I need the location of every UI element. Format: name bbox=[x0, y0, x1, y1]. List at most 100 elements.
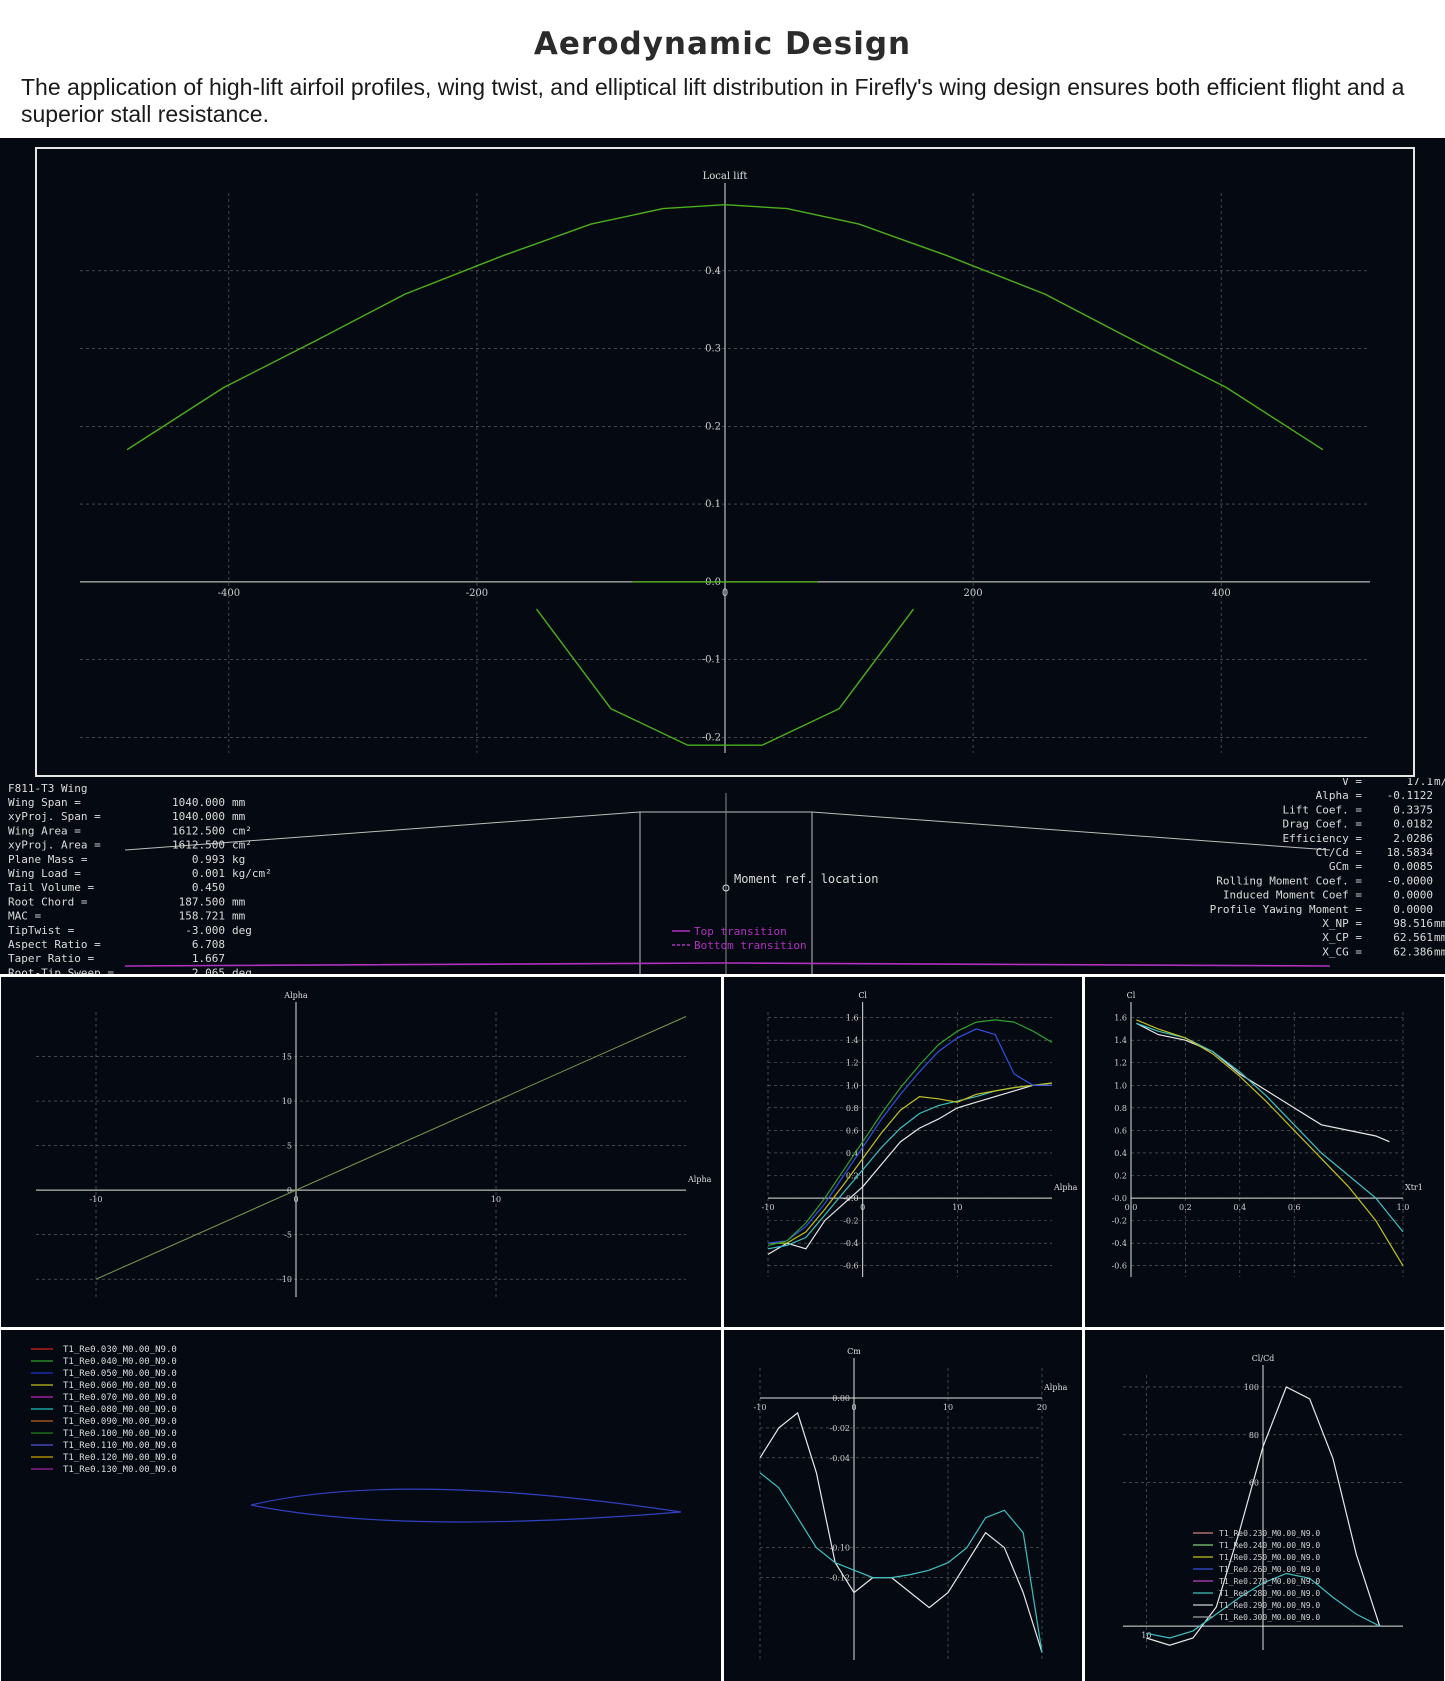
clcd-alpha-chart: 101008060Cl/CdT1_Re0.230_M0.00_N9.0T1_Re… bbox=[1123, 1354, 1403, 1650]
alpha-chart: -10010151050-5-10AlphaAlpha bbox=[36, 991, 712, 1297]
param-value: 158.721 bbox=[179, 910, 225, 923]
param-unit: mm bbox=[232, 810, 246, 823]
y-tick-label: 0.6 bbox=[846, 1126, 859, 1135]
y-tick-label: -10 bbox=[279, 1275, 292, 1284]
moment-ref-label: Moment ref. location bbox=[734, 872, 879, 886]
legend-label: T1_Re0.070_M0.00_N9.0 bbox=[63, 1393, 177, 1403]
x-tick-label: 20 bbox=[1037, 1403, 1047, 1412]
y-tick-label: 0.3 bbox=[705, 344, 721, 355]
wing-info-panel: Moment ref. location Top transition Bottom… bbox=[0, 778, 1445, 974]
legend-label: T1_Re0.110_M0.00_N9.0 bbox=[63, 1441, 177, 1451]
legend-label: T1_Re0.060_M0.00_N9.0 bbox=[63, 1381, 177, 1391]
legend-label: T1_Re0.090_M0.00_N9.0 bbox=[63, 1417, 177, 1427]
legend-label: T1_Re0.280_M0.00_N9.0 bbox=[1219, 1589, 1320, 1598]
param-label: Wing Area = bbox=[8, 824, 81, 837]
series-line bbox=[1136, 1022, 1404, 1233]
cm-alpha-panel: -10010200.00-0.02-0.04-0.10-0.12CmAlpha bbox=[724, 1330, 1082, 1681]
page-description: The application of high-lift airfoil pro… bbox=[21, 74, 1405, 127]
param-label: Root Chord = bbox=[8, 895, 88, 908]
result-value: 0.0000 bbox=[1393, 903, 1433, 916]
x-tick-label: 1.0 bbox=[1397, 1203, 1410, 1212]
y-tick-label: 0.4 bbox=[1114, 1149, 1127, 1158]
x-tick-label: -10 bbox=[754, 1403, 767, 1412]
x-tick-label: -200 bbox=[466, 588, 488, 599]
y-tick-label: 100 bbox=[1244, 1383, 1259, 1392]
page-header: Aerodynamic Design The application of hi… bbox=[0, 0, 1445, 138]
x-tick-label: 400 bbox=[1212, 588, 1231, 599]
y-tick-label: 1.2 bbox=[846, 1059, 859, 1068]
legend-label: T1_Re0.050_M0.00_N9.0 bbox=[63, 1369, 177, 1379]
legend-panel: T1_Re0.030_M0.00_N9.0 T1_Re0.040_M0.00_N9… bbox=[1, 1330, 721, 1681]
y-tick-label: 1.0 bbox=[846, 1081, 859, 1090]
y-tick-label: -0.0 bbox=[1112, 1194, 1127, 1203]
param-label: xyProj. Span = bbox=[8, 810, 101, 823]
legend-label: T1_Re0.250_M0.00_N9.0 bbox=[1219, 1553, 1320, 1562]
y-tick-label: 1.4 bbox=[846, 1036, 859, 1045]
y-tick-label: 15 bbox=[282, 1053, 292, 1062]
series-line bbox=[767, 1084, 1052, 1255]
page-title: Aerodynamic Design bbox=[533, 26, 912, 62]
cl-xtr-chart: 0.0 0.2 0.4 0.6 1.01.61.41.21.00.80.60.40.2-… bbox=[1112, 991, 1423, 1277]
param-value: 6.708 bbox=[192, 938, 225, 951]
y-tick-label: -5 bbox=[284, 1231, 292, 1240]
y-tick-label: 1.2 bbox=[1114, 1059, 1127, 1068]
y-tick-label: 1.0 bbox=[1114, 1081, 1127, 1090]
y-tick-label: 1.6 bbox=[846, 1014, 859, 1023]
series-line bbox=[1136, 1019, 1404, 1267]
result-unit: m/s bbox=[1434, 778, 1445, 788]
local-lift-panel: -400-20002004000.40.30.20.10.0-0.1-0.2Lo… bbox=[0, 138, 1445, 778]
legend-label: T1_Re0.130_M0.00_N9.0 bbox=[63, 1465, 177, 1475]
x-tick-label: 0.6 bbox=[1288, 1203, 1301, 1212]
wing-leading-edge bbox=[124, 811, 1331, 851]
cl-xtr-panel: 0.0 0.2 0.4 0.6 1.0 1.6 1.4 1.2 1.0 0.8 0.6 0.4 0.2-… bbox=[1085, 977, 1444, 1327]
result-label: V = bbox=[1342, 778, 1362, 788]
y-tick-label: -0.2 bbox=[1112, 1217, 1127, 1226]
result-value: 0.3375 bbox=[1393, 803, 1433, 816]
param-label: MAC = bbox=[8, 910, 41, 923]
series-line bbox=[768, 1082, 1053, 1244]
result-label: Efficiency = bbox=[1283, 832, 1363, 845]
y-tick-label: -0.1 bbox=[702, 655, 721, 666]
result-label: X_NP = bbox=[1322, 917, 1362, 930]
param-label: Taper Ratio = bbox=[8, 952, 94, 965]
param-value: 2.065 bbox=[192, 966, 225, 974]
y-tick-label: 0.8 bbox=[1114, 1104, 1127, 1113]
result-value: 18.5834 bbox=[1387, 846, 1434, 859]
y-tick-label: 10 bbox=[282, 1097, 292, 1106]
param-unit: cm² bbox=[232, 824, 252, 837]
result-unit: mm bbox=[1434, 931, 1445, 944]
param-value: 0.993 bbox=[192, 853, 225, 866]
y-tick-label: -0.2 bbox=[843, 1217, 858, 1226]
param-unit: kg/cm² bbox=[232, 867, 272, 880]
result-label: Drag Coef. = bbox=[1283, 818, 1363, 831]
result-label: Rolling Moment Coef. = bbox=[1216, 874, 1362, 887]
y-axis-label: Cm bbox=[847, 1347, 861, 1356]
alpha-panel: -10010151050-5-10AlphaAlpha bbox=[1, 977, 721, 1327]
param-label: Root-Tip Sweep = bbox=[8, 966, 114, 974]
result-label: Alpha = bbox=[1316, 789, 1363, 802]
result-value: 17.1 bbox=[1407, 778, 1434, 788]
y-tick-label: -0.6 bbox=[843, 1262, 858, 1271]
param-unit: mm bbox=[232, 895, 246, 908]
y-tick-label: -0.4 bbox=[1112, 1239, 1127, 1248]
param-value: 1.667 bbox=[192, 952, 225, 965]
param-unit: deg bbox=[232, 966, 252, 974]
legend-label: T1_Re0.260_M0.00_N9.0 bbox=[1219, 1565, 1320, 1574]
series-line bbox=[767, 1019, 1053, 1246]
legend-label: T1_Re0.300_M0.00_N9.0 bbox=[1219, 1613, 1320, 1622]
legend-label: T1_Re0.120_M0.00_N9.0 bbox=[63, 1453, 177, 1463]
wing-planform: Moment ref. location Top transitionBottom… bbox=[8, 778, 1445, 974]
legend-label: T1_Re0.030_M0.00_N9.0 bbox=[63, 1345, 177, 1355]
param-value: 0.450 bbox=[192, 881, 225, 894]
y-tick-label: 0.8 bbox=[846, 1104, 859, 1113]
y-axis-label: Cl/Cd bbox=[1252, 1354, 1275, 1363]
y-tick-label: 0.2 bbox=[1114, 1172, 1127, 1181]
result-label: Cl/Cd = bbox=[1316, 846, 1363, 859]
series-line bbox=[95, 1016, 687, 1280]
clcd-panel: 10 100 80 60 Cl/Cd T1_Re0.230_M0.00_N9.0 T1_Re… bbox=[1085, 1330, 1444, 1681]
param-label: TipTwist = bbox=[8, 924, 75, 937]
x-tick-label: 0.2 bbox=[1179, 1203, 1192, 1212]
result-value: 62.561 bbox=[1393, 931, 1433, 944]
param-label: Wing Load = bbox=[8, 867, 81, 880]
legend-label: T1_Re0.290_M0.00_N9.0 bbox=[1219, 1601, 1320, 1610]
